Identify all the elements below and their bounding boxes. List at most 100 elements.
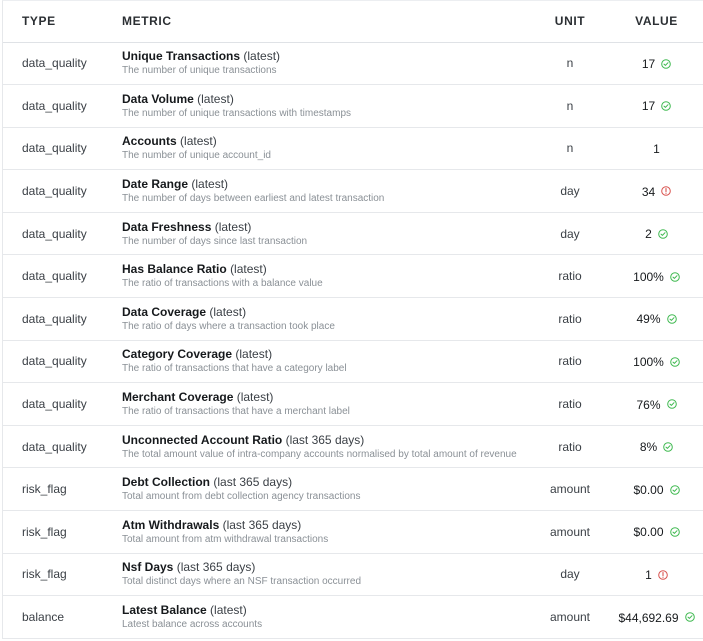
metric-title: Unconnected Account Ratio (last 365 days… (122, 433, 530, 447)
metric-description: The number of days since last transactio… (122, 235, 308, 247)
alert-circle-icon (658, 570, 668, 580)
row-type: data_quality (3, 382, 121, 426)
metric-period: (last 365 days) (285, 432, 365, 447)
metric-title: Data Volume (latest) (122, 92, 530, 106)
check-circle-icon (670, 357, 680, 367)
metric-name: Debt Collection (122, 475, 211, 490)
metric-title: Atm Withdrawals (last 365 days) (122, 518, 530, 532)
table-body: data_quality Unique Transactions (latest… (3, 42, 703, 639)
table-header: TYPE METRIC UNIT VALUE (3, 1, 703, 43)
table-row[interactable]: data_quality Data Volume (latest) The nu… (3, 84, 703, 128)
table-row[interactable]: balance Latest Balance (latest) Latest b… (3, 595, 703, 639)
row-value: $44,692.69 (610, 595, 703, 639)
row-value: 17 (610, 42, 703, 86)
metric-title: Data Coverage (latest) (122, 305, 530, 319)
metric-value: 17 (641, 99, 656, 114)
metric-name: Category Coverage (122, 347, 233, 362)
column-header-value[interactable]: VALUE (610, 1, 703, 43)
row-metric: Category Coverage (latest) The ratio of … (121, 340, 530, 384)
row-unit: ratio (530, 297, 610, 341)
header-row: TYPE METRIC UNIT VALUE (3, 1, 703, 43)
row-type: data_quality (3, 340, 121, 384)
metric-title: Data Freshness (latest) (122, 220, 530, 234)
row-type: data_quality (3, 84, 121, 128)
metric-description: The ratio of transactions that have a me… (122, 406, 350, 418)
metric-period: (latest) (210, 603, 247, 618)
row-value: $0.00 (610, 467, 703, 512)
column-header-type[interactable]: TYPE (3, 1, 121, 43)
metric-period: (latest) (191, 177, 229, 192)
metric-name: Latest Balance (122, 603, 207, 618)
metric-period: (latest) (230, 262, 267, 277)
check-circle-icon (663, 442, 673, 452)
row-type: data_quality (3, 425, 121, 469)
metric-value: $0.00 (633, 482, 664, 497)
metric-description: Total amount from atm withdrawal transac… (122, 533, 329, 545)
check-circle-icon (658, 229, 668, 239)
table-row[interactable]: data_quality Category Coverage (latest) … (3, 340, 703, 384)
metric-title: Accounts (latest) (122, 134, 530, 148)
metric-title: Has Balance Ratio (latest) (122, 262, 530, 276)
table-row[interactable]: risk_flag Atm Withdrawals (last 365 days… (3, 510, 703, 554)
row-value: 1 (610, 127, 703, 171)
table-row[interactable]: data_quality Date Range (latest) The num… (3, 169, 703, 213)
metric-value: 100% (633, 354, 664, 369)
check-circle-icon (670, 271, 680, 282)
check-circle-icon (666, 314, 677, 325)
row-metric: Data Volume (latest) The number of uniqu… (121, 84, 530, 128)
metric-title: Merchant Coverage (latest) (122, 390, 530, 404)
metrics-table-container: TYPE METRIC UNIT VALUE data_quality Uniq… (2, 0, 703, 639)
table-row[interactable]: data_quality Data Freshness (latest) The… (3, 212, 703, 256)
column-header-unit[interactable]: UNIT (530, 1, 610, 43)
row-unit: ratio (530, 254, 610, 299)
check-circle-icon (684, 612, 695, 623)
row-unit: n (530, 84, 610, 128)
row-unit: ratio (530, 382, 610, 426)
metric-value: 49% (636, 312, 661, 327)
row-metric: Date Range (latest) The number of days b… (121, 169, 530, 213)
metric-title: Debt Collection (last 365 days) (122, 475, 530, 489)
table-row[interactable]: data_quality Data Coverage (latest) The … (3, 297, 703, 341)
row-metric: Has Balance Ratio (latest) The ratio of … (121, 254, 530, 299)
row-metric: Accounts (latest) The number of unique a… (121, 127, 530, 171)
row-type: data_quality (3, 42, 121, 86)
metric-period: (latest) (235, 347, 273, 362)
check-circle-icon (661, 101, 671, 112)
row-unit: amount (530, 595, 610, 639)
row-unit: ratio (530, 425, 610, 469)
row-value: 1 (610, 553, 703, 597)
metric-description: The number of unique account_id (122, 150, 271, 162)
metric-period: (latest) (214, 219, 252, 234)
table-row[interactable]: data_quality Unconnected Account Ratio (… (3, 425, 703, 469)
metric-value: 100% (633, 269, 664, 284)
metric-name: Atm Withdrawals (122, 517, 220, 532)
check-circle-icon (666, 399, 677, 410)
metric-title: Nsf Days (last 365 days) (122, 560, 530, 574)
metric-description: Latest balance across accounts (122, 619, 263, 631)
table-row[interactable]: risk_flag Debt Collection (last 365 days… (3, 467, 703, 512)
row-value: $0.00 (610, 510, 703, 554)
table-row[interactable]: data_quality Accounts (latest) The numbe… (3, 127, 703, 171)
row-type: data_quality (3, 254, 121, 299)
row-metric: Nsf Days (last 365 days) Total distinct … (121, 553, 530, 597)
table-row[interactable]: risk_flag Nsf Days (last 365 days) Total… (3, 553, 703, 597)
metric-name: Data Coverage (122, 304, 207, 319)
table-row[interactable]: data_quality Has Balance Ratio (latest) … (3, 254, 703, 299)
row-metric: Unconnected Account Ratio (last 365 days… (121, 425, 530, 469)
check-circle-icon (661, 58, 671, 69)
row-unit: amount (530, 467, 610, 512)
table-row[interactable]: data_quality Merchant Coverage (latest) … (3, 382, 703, 426)
metric-period: (latest) (243, 49, 281, 64)
metric-description: Total amount from debt collection agency… (122, 491, 361, 503)
metric-name: Accounts (122, 134, 177, 149)
metric-name: Nsf Days (122, 560, 174, 575)
table-row[interactable]: data_quality Unique Transactions (latest… (3, 42, 703, 86)
metric-value: 17 (641, 56, 656, 71)
metric-name: Date Range (122, 177, 189, 192)
row-type: risk_flag (3, 467, 121, 512)
column-header-metric[interactable]: METRIC (121, 1, 530, 43)
metrics-table: TYPE METRIC UNIT VALUE data_quality Uniq… (3, 1, 703, 639)
row-unit: day (530, 553, 610, 597)
metric-period: (last 365 days) (222, 517, 302, 532)
row-unit: n (530, 127, 610, 171)
